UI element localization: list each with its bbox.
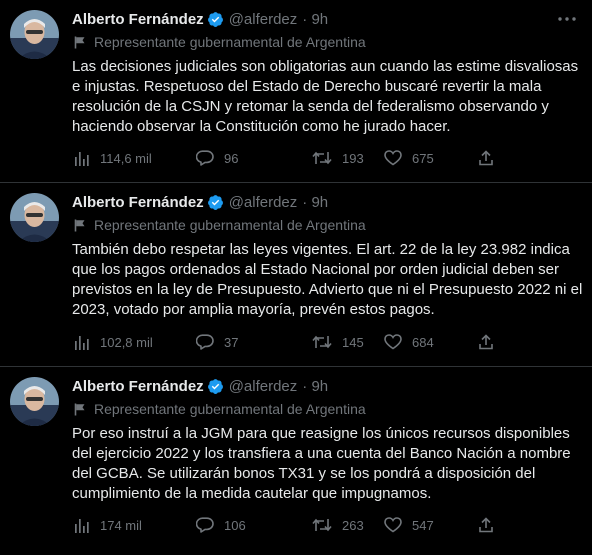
tweet-header: Alberto Fernández @alferdez · 9h [72, 192, 328, 212]
retweet-count: 263 [342, 517, 364, 533]
views-count: 114,6 mil [100, 150, 152, 166]
like-count: 684 [412, 334, 434, 350]
tweet-actions: 174 mil 106 263 547 [72, 515, 512, 535]
verified-badge-icon [207, 11, 223, 27]
tweet-text: También debo respetar las leyes vigentes… [72, 241, 583, 318]
share-button[interactable] [478, 332, 504, 352]
avatar[interactable] [10, 193, 59, 242]
government-label[interactable]: Representante gubernamental de Argentina [74, 217, 366, 233]
views-count: 102,8 mil [100, 334, 153, 350]
author-handle[interactable]: @alferdez [229, 11, 298, 28]
tweet-time[interactable]: · 9h [302, 11, 328, 28]
tweet-actions: 114,6 mil 96 193 675 [72, 148, 512, 168]
analytics-icon [75, 335, 89, 350]
government-label-text: Representante gubernamental de Argentina [94, 401, 366, 417]
retweet-icon [312, 151, 332, 165]
reply-button[interactable]: 96 [196, 148, 238, 168]
views-button[interactable]: 102,8 mil [74, 332, 153, 352]
reply-icon [196, 517, 214, 533]
like-button[interactable]: 675 [384, 148, 434, 168]
flag-icon [74, 219, 85, 231]
like-count: 547 [412, 517, 434, 533]
retweet-count: 145 [342, 334, 364, 350]
tweet[interactable]: Alberto Fernández @alferdez · 9h Represe… [0, 183, 592, 367]
tweet-header: Alberto Fernández @alferdez · 9h [72, 376, 328, 396]
tweet[interactable]: Alberto Fernández @alferdez · 9h Represe… [0, 367, 592, 555]
government-label[interactable]: Representante gubernamental de Argentina [74, 34, 366, 50]
share-icon [479, 517, 493, 533]
author-handle[interactable]: @alferdez [229, 378, 298, 395]
tweet[interactable]: Alberto Fernández @alferdez · 9h Represe… [0, 0, 592, 183]
author-name[interactable]: Alberto Fernández [72, 11, 204, 28]
views-button[interactable]: 174 mil [74, 515, 142, 535]
retweet-count: 193 [342, 150, 364, 166]
retweet-button[interactable]: 263 [312, 515, 364, 535]
retweet-icon [312, 518, 332, 532]
government-label-text: Representante gubernamental de Argentina [94, 217, 366, 233]
reply-button[interactable]: 37 [196, 332, 238, 352]
views-button[interactable]: 114,6 mil [74, 148, 152, 168]
flag-icon [74, 36, 85, 48]
tweet-time[interactable]: · 9h [302, 378, 328, 395]
heart-icon [384, 150, 402, 166]
retweet-button[interactable]: 145 [312, 332, 364, 352]
verified-badge-icon [207, 194, 223, 210]
flag-icon [74, 403, 85, 415]
share-icon [479, 334, 493, 350]
views-count: 174 mil [100, 517, 142, 533]
share-icon [479, 150, 493, 166]
author-handle[interactable]: @alferdez [229, 194, 298, 211]
like-button[interactable]: 547 [384, 515, 434, 535]
share-button[interactable] [478, 515, 504, 535]
tweet-text: Las decisiones judiciales son obligatori… [72, 58, 579, 135]
heart-icon [384, 334, 402, 350]
more-options-icon[interactable] [556, 10, 578, 28]
reply-count: 106 [224, 517, 246, 533]
author-name[interactable]: Alberto Fernández [72, 194, 204, 211]
like-button[interactable]: 684 [384, 332, 434, 352]
tweet-actions: 102,8 mil 37 145 684 [72, 332, 512, 352]
verified-badge-icon [207, 378, 223, 394]
like-count: 675 [412, 150, 434, 166]
reply-button[interactable]: 106 [196, 515, 246, 535]
analytics-icon [75, 151, 89, 166]
reply-count: 37 [224, 334, 239, 350]
tweet-text: Por eso instruí a la JGM para que reasig… [72, 425, 571, 502]
reply-icon [196, 334, 214, 350]
analytics-icon [75, 518, 89, 533]
heart-icon [384, 517, 402, 533]
avatar[interactable] [10, 377, 59, 426]
reply-count: 96 [224, 150, 239, 166]
tweet-header: Alberto Fernández @alferdez · 9h [72, 9, 328, 29]
avatar[interactable] [10, 10, 59, 59]
author-name[interactable]: Alberto Fernández [72, 378, 204, 395]
government-label-text: Representante gubernamental de Argentina [94, 34, 366, 50]
government-label[interactable]: Representante gubernamental de Argentina [74, 401, 366, 417]
reply-icon [196, 150, 214, 166]
share-button[interactable] [478, 148, 504, 168]
retweet-button[interactable]: 193 [312, 148, 364, 168]
tweet-time[interactable]: · 9h [302, 194, 328, 211]
retweet-icon [312, 335, 332, 349]
